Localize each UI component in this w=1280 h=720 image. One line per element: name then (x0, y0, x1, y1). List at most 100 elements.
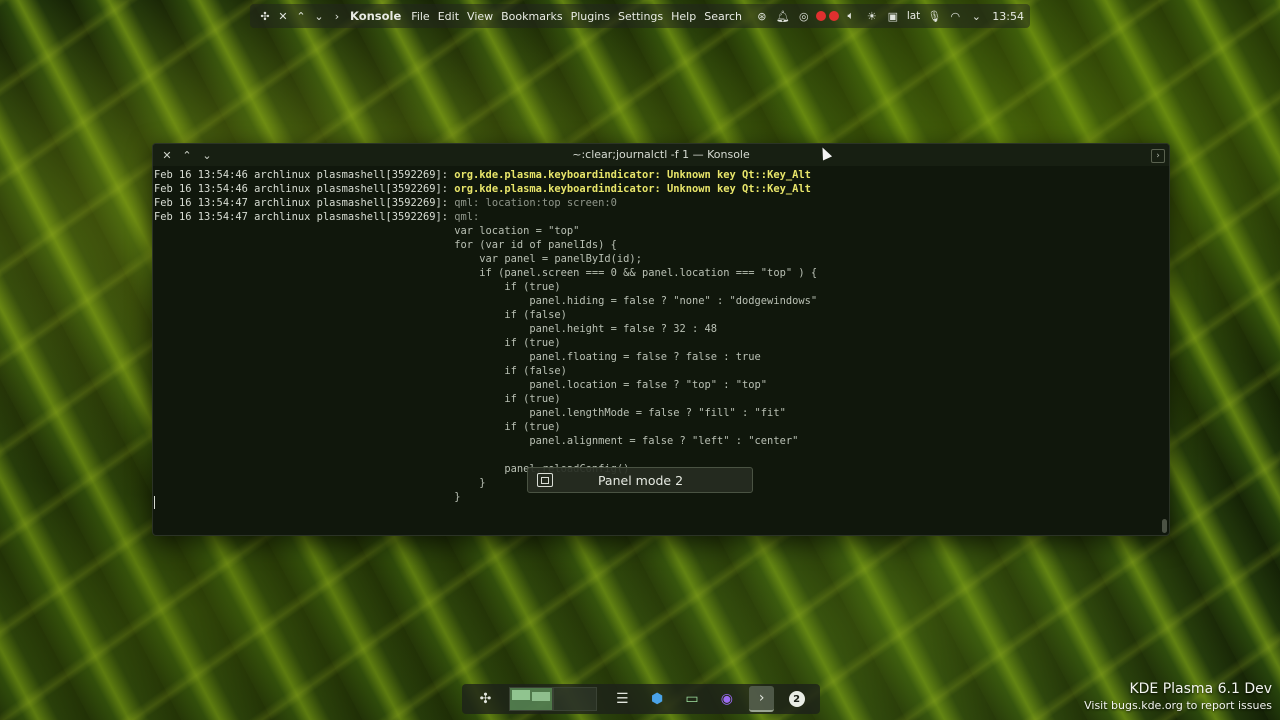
log-message: } (154, 477, 486, 489)
app-launcher-icon-bottom[interactable]: ✣ (473, 686, 498, 712)
terminal-line: panel.hiding = false ? "none" : "dodgewi… (154, 294, 1159, 308)
log-message: for (var id of panelIds) { (154, 239, 617, 251)
keyboard-layout-indicator[interactable]: lat (907, 10, 920, 22)
notification-bell-icon[interactable]: 🔔︎ (774, 7, 792, 25)
terminal-line: panel.height = false ? 32 : 48 (154, 322, 1159, 336)
window-title: ~:clear;journalctl -f 1 — Konsole (572, 148, 750, 161)
wifi-icon[interactable]: ◠ (946, 7, 964, 25)
konsole-app-icon: › (334, 9, 340, 23)
terminal-line: Feb 16 13:54:46 archlinux plasmashell[35… (154, 168, 1159, 182)
badge-count: 2 (788, 691, 805, 707)
log-message: if (true) (154, 393, 561, 405)
desktop-1[interactable] (508, 687, 553, 711)
log-message: qml: (454, 211, 480, 223)
discover-store-icon[interactable]: ⬢ (645, 686, 670, 712)
task-badge-icon[interactable]: 2 (784, 686, 809, 712)
terminal-line: if (true) (154, 420, 1159, 434)
osd-label: Panel mode 2 (597, 472, 684, 488)
chevron-up-icon[interactable]: ⌃ (292, 7, 310, 25)
system-settings-icon[interactable]: ☰ (610, 686, 635, 712)
tray-expand-chevron-icon[interactable]: ⌄ (967, 7, 985, 25)
file-manager-icon[interactable]: ▭ (680, 686, 705, 712)
log-prefix: Feb 16 13:54:46 archlinux plasmashell[35… (154, 169, 455, 181)
menu-item-search[interactable]: Search (704, 10, 742, 23)
global-menu-app-name[interactable]: Konsole (350, 9, 401, 23)
menu-item-help[interactable]: Help (671, 10, 696, 23)
log-prefix: Feb 16 13:54:46 archlinux plasmashell[35… (154, 183, 455, 195)
terminal-line: if (true) (154, 336, 1159, 350)
log-message: panel.alignment = false ? "left" : "cent… (154, 435, 799, 447)
terminal-line: if (panel.screen === 0 && panel.location… (154, 266, 1159, 280)
window-titlebar[interactable]: ~:clear;journalctl -f 1 — Konsole ✕ ⌃ ⌄ … (153, 144, 1169, 166)
terminal-line: panel.floating = false ? false : true (154, 350, 1159, 364)
plasma-dev-watermark: KDE Plasma 6.1 Dev Visit bugs.kde.org to… (1084, 681, 1272, 712)
log-message: var location = "top" (154, 225, 580, 237)
watermark-title: KDE Plasma 6.1 Dev (1129, 681, 1272, 697)
clipboard-icon[interactable]: ▣ (884, 7, 902, 25)
terminal-line: Feb 16 13:54:46 archlinux plasmashell[35… (154, 182, 1159, 196)
terminal-line: panel.lengthMode = false ? "fill" : "fit… (154, 406, 1159, 420)
menu-item-view[interactable]: View (467, 10, 493, 23)
log-message: panel.lengthMode = false ? "fill" : "fit… (154, 407, 786, 419)
panel-mode-osd: Panel mode 2 (527, 467, 753, 493)
record-indicator-icon[interactable] (815, 11, 826, 21)
microphone-icon[interactable]: 🎙︎ (925, 7, 943, 25)
digital-clock[interactable]: 13:54 (992, 10, 1024, 23)
log-message: if (panel.screen === 0 && panel.location… (154, 267, 818, 279)
terminal-line: if (false) (154, 308, 1159, 322)
menu-item-bookmarks[interactable]: Bookmarks (501, 10, 562, 23)
terminal-line: Feb 16 13:54:47 archlinux plasmashell[35… (154, 196, 1159, 210)
log-message: if (true) (154, 337, 561, 349)
menu-item-edit[interactable]: Edit (438, 10, 459, 23)
bottom-panel: ✣ ☰ ⬢ ▭ ◉ › 2 (462, 684, 820, 714)
global-menu: File Edit View Bookmarks Plugins Settings Help… (407, 10, 746, 23)
log-prefix: Feb 16 13:54:47 archlinux plasmashell[35… (154, 197, 455, 209)
terminal-cursor (154, 496, 155, 509)
log-message: org.kde.plasma.keyboardindicator: Unknow… (454, 169, 811, 181)
update-icon[interactable]: ⊛ (753, 7, 771, 25)
log-message: var panel = panelById(id); (154, 253, 642, 265)
log-prefix: Feb 16 13:54:47 archlinux plasmashell[35… (154, 211, 455, 223)
log-message: panel.hiding = false ? "none" : "dodgewi… (154, 295, 818, 307)
watermark-subtitle: Visit bugs.kde.org to report issues (1084, 699, 1272, 712)
log-message: if (false) (154, 365, 567, 377)
terminal-line: Feb 16 13:54:47 archlinux plasmashell[35… (154, 210, 1159, 224)
panel-settings-icon (537, 473, 553, 487)
log-message: qml: location:top screen:0 (454, 197, 617, 209)
terminal-line: for (var id of panelIds) { (154, 238, 1159, 252)
terminal-line: if (false) (154, 364, 1159, 378)
log-message: } (154, 491, 461, 503)
app-launcher-icon[interactable]: ✣ (256, 7, 274, 25)
record-indicator-icon-2[interactable] (828, 11, 839, 21)
network-monitor-icon[interactable]: ◎ (795, 7, 813, 25)
terminal-line: var location = "top" (154, 224, 1159, 238)
brightness-icon[interactable]: ☀ (863, 7, 881, 25)
virtual-desktop-pager[interactable] (508, 687, 597, 711)
menu-item-settings[interactable]: Settings (618, 10, 663, 23)
terminal-line: panel.alignment = false ? "left" : "cent… (154, 434, 1159, 448)
terminal-line: if (true) (154, 280, 1159, 294)
menu-item-plugins[interactable]: Plugins (571, 10, 610, 23)
terminal-line: if (true) (154, 392, 1159, 406)
system-tray: ⊛ 🔔︎ ◎ 🔈︎ ☀ ▣ lat 🎙︎ ◠ ⌄ 13:54 (753, 7, 1024, 25)
terminal-line: var panel = panelById(id); (154, 252, 1159, 266)
log-message: panel.location = false ? "top" : "top" (154, 379, 768, 391)
desktop-2[interactable] (552, 687, 597, 711)
top-panel: ✣ ✕ ⌃ ⌄ › Konsole File Edit View Bookmarks P… (250, 4, 1030, 28)
log-message: if (false) (154, 309, 567, 321)
log-message: org.kde.plasma.keyboardindicator: Unknow… (454, 183, 811, 195)
log-message: panel.height = false ? 32 : 48 (154, 323, 718, 335)
chevron-down-icon[interactable]: ⌄ (310, 7, 328, 25)
konsole-task-icon[interactable]: › (749, 686, 775, 712)
log-message: if (true) (154, 281, 561, 293)
terminal-scrollbar[interactable] (1161, 168, 1167, 535)
close-window-icon[interactable]: ✕ (274, 7, 292, 25)
terminal-line: panel.location = false ? "top" : "top" (154, 378, 1159, 392)
firefox-icon[interactable]: ◉ (714, 686, 739, 712)
scrollbar-thumb[interactable] (1162, 519, 1167, 533)
log-message: if (true) (154, 421, 561, 433)
menu-item-file[interactable]: File (411, 10, 429, 23)
log-message: panel.floating = false ? false : true (154, 351, 761, 363)
volume-icon[interactable]: 🔈︎ (842, 7, 860, 25)
